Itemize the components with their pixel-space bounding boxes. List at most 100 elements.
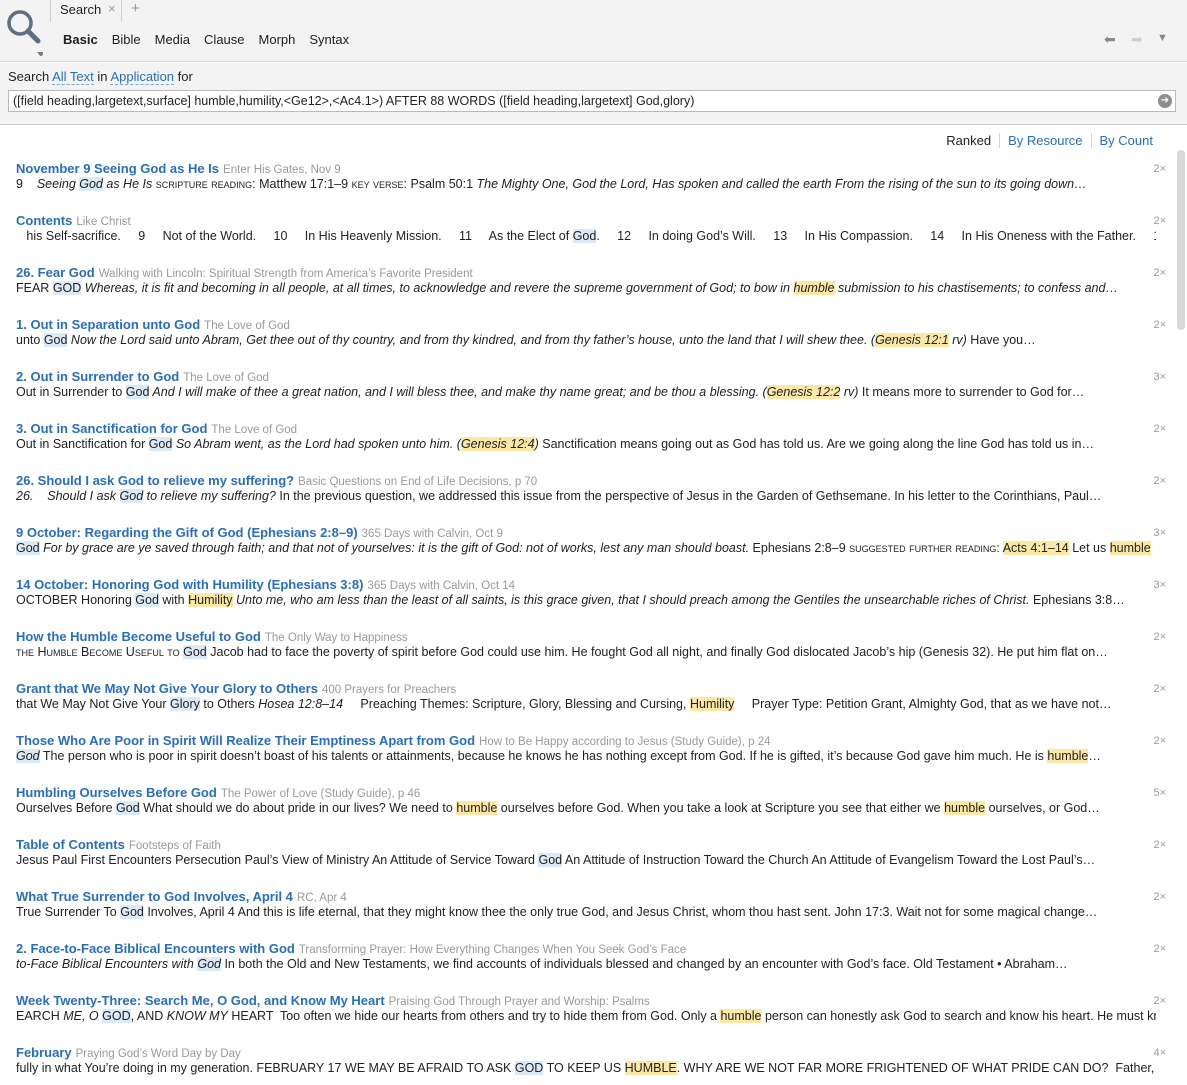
result-title-link[interactable]: 14 October: Honoring God with Humility (… (16, 577, 363, 592)
tab-clause[interactable]: Clause (204, 32, 244, 50)
result-source[interactable]: Praising God Through Prayer and Worship:… (389, 996, 650, 1008)
result-item[interactable]: 3. Out in Sanctification for God The Love… (16, 421, 1166, 471)
result-source[interactable]: The Love of God (204, 320, 290, 332)
result-item[interactable]: 26. Should I ask God to relieve my suffe… (16, 473, 1166, 523)
search-input[interactable]: ([field heading,largetext,surface] humbl… (8, 90, 1176, 112)
tab-media[interactable]: Media (155, 32, 190, 50)
result-item[interactable]: February Praying God’s Word Day by Day ful… (16, 1045, 1166, 1085)
result-item[interactable]: November 9 Seeing God as He Is Enter His … (16, 161, 1166, 211)
result-title-link[interactable]: 2. Face-to-Face Biblical Encounters with… (16, 941, 295, 956)
result-item[interactable]: 2. Out in Surrender to God The Love of Go… (16, 369, 1166, 419)
result-heading: Week Twenty-Three: Search Me, O God, and… (16, 993, 650, 1008)
snippet-text: Preaching Themes: Scripture, Glory, Bles… (343, 697, 690, 711)
search-icon[interactable] (5, 6, 43, 56)
result-snippet[interactable]: 26. Should I ask God to relieve my suffe… (16, 489, 1156, 503)
result-item[interactable]: Grant that We May Not Give Your Glory to… (16, 681, 1166, 731)
result-item[interactable]: Table of Contents Footsteps of Faith Jesus… (16, 837, 1166, 887)
forward-arrow-icon[interactable]: ➡ (1131, 31, 1143, 48)
result-source[interactable]: The Power of Love (Study Guide), p 46 (221, 788, 420, 800)
result-title-link[interactable]: November 9 Seeing God as He Is (16, 161, 219, 176)
result-source[interactable]: The Only Way to Happiness (265, 632, 408, 644)
result-source[interactable]: 365 Days with Calvin, Oct 14 (367, 580, 515, 592)
result-source[interactable]: The Love of God (183, 372, 269, 384)
scrollbar[interactable] (1177, 150, 1185, 330)
result-title-link[interactable]: What True Surrender to God Involves, Apr… (16, 889, 293, 904)
close-icon[interactable]: × (108, 1, 116, 16)
result-snippet[interactable]: 9 Seeing God as He Is scripture reading:… (16, 177, 1156, 191)
tab-basic[interactable]: Basic (63, 32, 98, 50)
result-item[interactable]: 2. Face-to-Face Biblical Encounters with… (16, 941, 1166, 991)
result-item[interactable]: 14 October: Honoring God with Humility (… (16, 577, 1166, 627)
chevron-down-icon[interactable]: ▼ (1157, 32, 1168, 44)
result-title-link[interactable]: 26. Should I ask God to relieve my suffe… (16, 473, 294, 488)
result-source[interactable]: Walking with Lincoln: Spiritual Strength… (99, 268, 473, 280)
tab-search[interactable]: Search × (50, 0, 122, 22)
result-source[interactable]: The Love of God (211, 424, 297, 436)
result-title-link[interactable]: Grant that We May Not Give Your Glory to… (16, 681, 318, 696)
result-snippet[interactable]: FEAR GOD Whereas, it is fit and becoming… (16, 281, 1156, 295)
result-item[interactable]: Contents Like Christ his Self-sacrifice. … (16, 213, 1166, 263)
result-title-link[interactable]: 2. Out in Surrender to God (16, 369, 179, 384)
result-title-link[interactable]: Humbling Ourselves Before God (16, 785, 217, 800)
result-source[interactable]: How to Be Happy according to Jesus (Stud… (479, 736, 771, 748)
result-snippet[interactable]: his Self-sacrifice. 9 Not of the World. … (16, 229, 1156, 243)
result-snippet[interactable]: Jesus Paul First Encounters Persecution … (16, 853, 1156, 867)
result-source[interactable]: Like Christ (76, 216, 130, 228)
result-snippet[interactable]: True Surrender To God Involves, April 4 … (16, 905, 1156, 919)
hit-count-badge: 2× (1153, 319, 1166, 331)
result-title-link[interactable]: Those Who Are Poor in Spirit Will Realiz… (16, 733, 475, 748)
result-snippet[interactable]: fully in what You’re doing in my generat… (16, 1061, 1156, 1075)
result-source[interactable]: Praying God’s Word Day by Day (76, 1048, 241, 1060)
result-title-link[interactable]: Table of Contents (16, 837, 125, 852)
scope-dropdown[interactable]: All Text (52, 69, 94, 85)
result-title-link[interactable]: Week Twenty-Three: Search Me, O God, and… (16, 993, 385, 1008)
sort-by-resource[interactable]: By Resource (999, 133, 1090, 148)
result-heading: February Praying God’s Word Day by Day (16, 1045, 241, 1060)
result-snippet[interactable]: EARCH ME, O GOD, AND KNOW MY HEART Too o… (16, 1009, 1156, 1023)
result-title-link[interactable]: Contents (16, 213, 72, 228)
sort-ranked[interactable]: Ranked (938, 133, 999, 148)
result-snippet[interactable]: to-Face Biblical Encounters with God In … (16, 957, 1156, 971)
result-snippet[interactable]: that We May Not Give Your Glory to Other… (16, 697, 1156, 711)
result-snippet[interactable]: God For by grace are ye saved through fa… (16, 541, 1156, 555)
result-item[interactable]: 1. Out in Separation unto God The Love of… (16, 317, 1166, 367)
result-source[interactable]: 400 Prayers for Preachers (322, 684, 456, 696)
add-tab-icon[interactable]: + (131, 0, 140, 17)
result-title-link[interactable]: 9 October: Regarding the Gift of God (Ep… (16, 525, 358, 540)
result-source[interactable]: Transforming Prayer: How Everything Chan… (299, 944, 686, 956)
match-highlight: GOD (52, 281, 82, 295)
result-snippet[interactable]: unto God Now the Lord said unto Abram, G… (16, 333, 1156, 347)
result-item[interactable]: Week Twenty-Three: Search Me, O God, and… (16, 993, 1166, 1043)
result-item[interactable]: 26. Fear God Walking with Lincoln: Spirit… (16, 265, 1166, 315)
result-item[interactable]: Humbling Ourselves Before God The Power o… (16, 785, 1166, 835)
result-source[interactable]: Basic Questions on End of Life Decisions… (298, 476, 537, 488)
result-title-link[interactable]: 26. Fear God (16, 265, 95, 280)
result-snippet[interactable]: Out in Sanctification for God So Abram w… (16, 437, 1156, 451)
tab-syntax[interactable]: Syntax (309, 32, 349, 50)
go-arrow-icon[interactable]: ➔ (1158, 94, 1172, 108)
location-dropdown[interactable]: Application (110, 69, 175, 85)
result-item[interactable]: What True Surrender to God Involves, Apr… (16, 889, 1166, 939)
result-source[interactable]: Enter His Gates, Nov 9 (223, 164, 341, 176)
sort-by-count[interactable]: By Count (1090, 133, 1161, 148)
match-highlight: God (135, 593, 159, 607)
result-snippet[interactable]: Ourselves Before God What should we do a… (16, 801, 1156, 815)
result-title-link[interactable]: 1. Out in Separation unto God (16, 317, 200, 332)
snippet-text: KNOW MY (166, 1009, 228, 1023)
result-snippet[interactable]: the Humble Become Useful to God Jacob ha… (16, 645, 1156, 659)
back-arrow-icon[interactable]: ⬅ (1104, 31, 1116, 48)
result-snippet[interactable]: OCTOBER Honoring God with Humility Unto … (16, 593, 1156, 607)
tab-bible[interactable]: Bible (112, 32, 141, 50)
result-title-link[interactable]: 3. Out in Sanctification for God (16, 421, 207, 436)
result-item[interactable]: 9 October: Regarding the Gift of God (Ep… (16, 525, 1166, 575)
result-source[interactable]: 365 Days with Calvin, Oct 9 (362, 528, 503, 540)
result-title-link[interactable]: February (16, 1045, 72, 1060)
result-title-link[interactable]: How the Humble Become Useful to God (16, 629, 261, 644)
result-item[interactable]: Those Who Are Poor in Spirit Will Realiz… (16, 733, 1166, 783)
tab-morph[interactable]: Morph (259, 32, 296, 50)
result-snippet[interactable]: Out in Surrender to God And I will make … (16, 385, 1156, 399)
result-snippet[interactable]: God The person who is poor in spirit doe… (16, 749, 1156, 763)
result-item[interactable]: How the Humble Become Useful to God The O… (16, 629, 1166, 679)
result-source[interactable]: RC, Apr 4 (297, 892, 347, 904)
result-source[interactable]: Footsteps of Faith (129, 840, 221, 852)
